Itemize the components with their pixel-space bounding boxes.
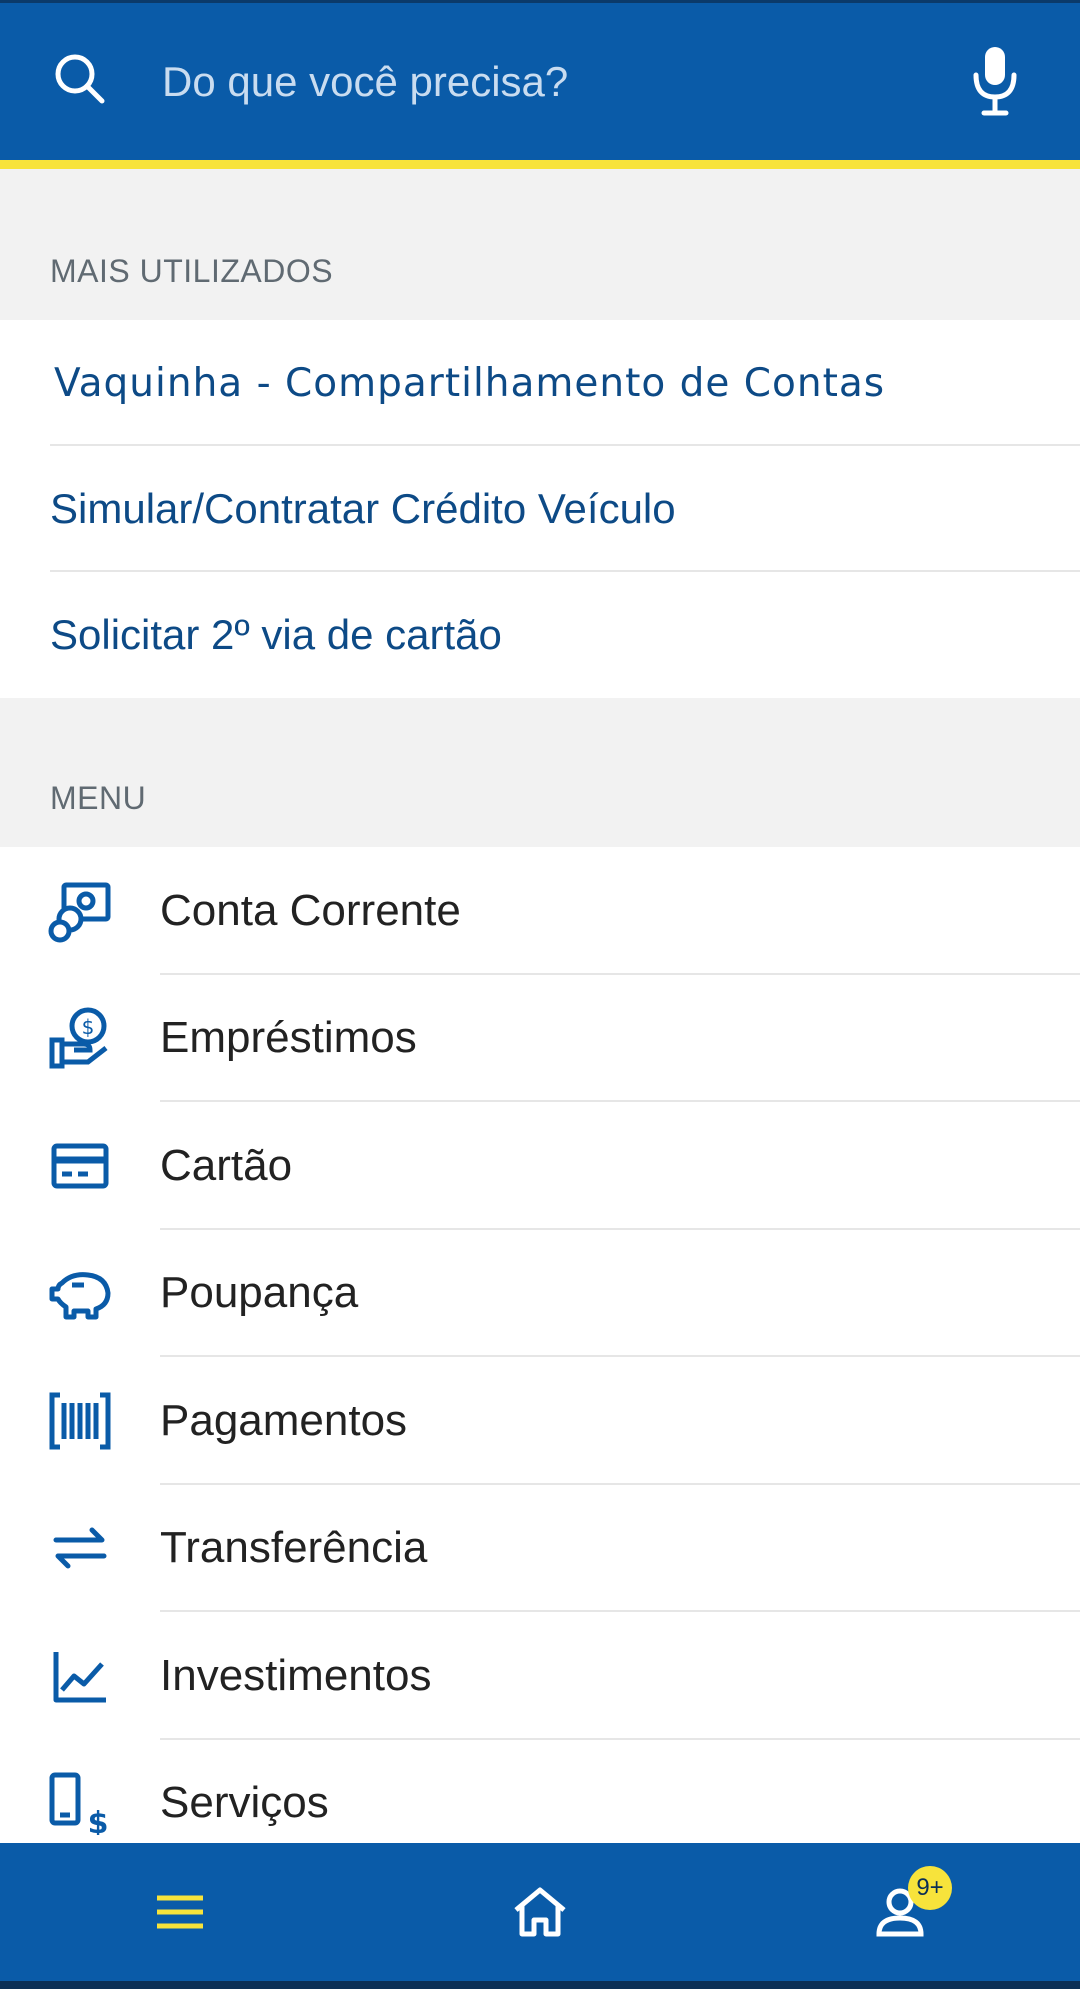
nav-menu-button[interactable] xyxy=(80,1843,280,1981)
accent-stripe xyxy=(0,160,1080,169)
barcode-icon xyxy=(49,1392,111,1450)
loan-icon: $ xyxy=(49,1007,108,1069)
svg-text:$: $ xyxy=(88,1806,109,1835)
menu-header: MENU xyxy=(0,698,1080,847)
microphone-icon[interactable] xyxy=(970,45,1020,117)
section-title: MENU xyxy=(50,780,147,816)
menu-item-transferencia[interactable]: Transferência xyxy=(0,1485,1080,1612)
chart-icon xyxy=(53,1651,106,1703)
most-used-header: MAIS UTILIZADOS xyxy=(0,169,1080,320)
menu-item-label: Conta Corrente xyxy=(160,885,461,935)
menu-item-label: Serviços xyxy=(160,1778,329,1828)
menu-item-poupanca[interactable]: Poupança xyxy=(0,1230,1080,1357)
phone-money-icon: $ xyxy=(49,1772,109,1835)
search-input[interactable] xyxy=(160,43,924,121)
most-used-list: Vaquinha - Compartilhamento de Contas Si… xyxy=(0,320,1080,698)
most-used-item[interactable]: Vaquinha - Compartilhamento de Contas xyxy=(0,320,1080,446)
menu-item-label: Cartão xyxy=(160,1140,293,1190)
menu-item-label: Investimentos xyxy=(160,1650,432,1700)
transfer-icon xyxy=(53,1527,107,1569)
menu-icon xyxy=(157,1895,203,1929)
most-used-item-label: Solicitar 2º via de cartão xyxy=(50,611,502,658)
most-used-item[interactable]: Simular/Contratar Crédito Veículo xyxy=(0,446,1080,572)
menu-item-investimentos[interactable]: Investimentos xyxy=(0,1612,1080,1740)
menu-item-emprestimos[interactable]: $ Empréstimos xyxy=(0,975,1080,1102)
checking-account-icon xyxy=(48,882,111,943)
svg-text:$: $ xyxy=(82,1015,95,1039)
most-used-item-label: Vaquinha - Compartilhamento de Contas xyxy=(54,360,886,406)
menu-list: Conta Corrente $ Empréstimos Cartão Poup… xyxy=(0,847,1080,1843)
menu-item-label: Empréstimos xyxy=(160,1013,417,1063)
card-icon xyxy=(51,1143,109,1189)
most-used-item-label: Simular/Contratar Crédito Veículo xyxy=(50,485,676,532)
search-icon[interactable] xyxy=(50,49,110,109)
piggy-bank-icon xyxy=(49,1272,111,1320)
notification-badge: 9+ xyxy=(908,1866,952,1910)
menu-item-conta-corrente[interactable]: Conta Corrente xyxy=(0,847,1080,975)
menu-item-label: Poupança xyxy=(160,1268,359,1318)
nav-profile-button[interactable] xyxy=(800,1843,1000,1981)
search-bar xyxy=(0,0,1080,169)
bottom-navigation xyxy=(0,1843,1080,1989)
menu-item-label: Pagamentos xyxy=(160,1395,408,1445)
menu-item-servicos[interactable]: $ Serviços xyxy=(0,1740,1080,1844)
most-used-item[interactable]: Solicitar 2º via de cartão xyxy=(0,572,1080,698)
menu-item-pagamentos[interactable]: Pagamentos xyxy=(0,1357,1080,1485)
menu-item-cartao[interactable]: Cartão xyxy=(0,1102,1080,1230)
menu-item-label: Transferência xyxy=(160,1523,428,1573)
home-icon xyxy=(514,1887,566,1937)
nav-home-button[interactable] xyxy=(440,1843,640,1981)
section-title: MAIS UTILIZADOS xyxy=(50,253,334,289)
